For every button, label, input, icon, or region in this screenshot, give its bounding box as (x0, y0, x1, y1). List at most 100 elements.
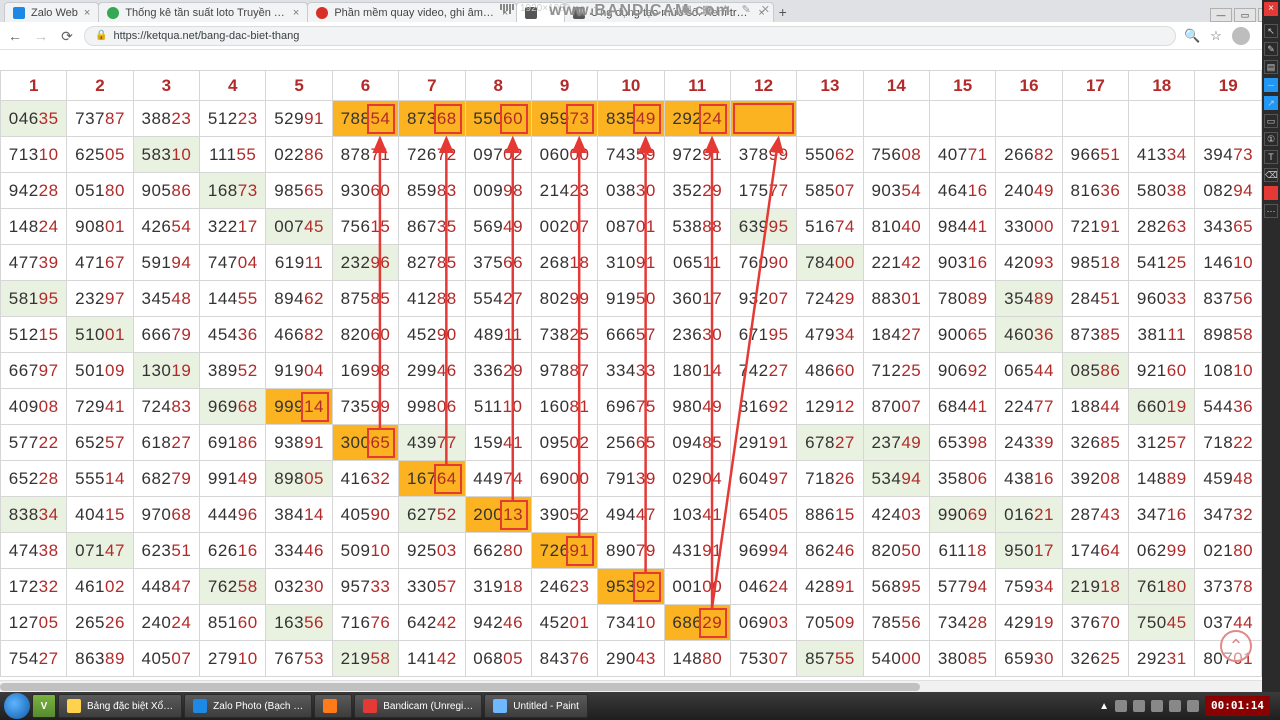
table-cell: 14880 (664, 641, 730, 677)
erase-tool[interactable]: ⌫ (1264, 168, 1278, 182)
table-cell: 71822 (1195, 425, 1262, 461)
close-icon[interactable]: × (84, 7, 90, 19)
table-cell: 97068 (133, 497, 199, 533)
color-tool[interactable] (1264, 186, 1278, 200)
table-cell (1062, 101, 1128, 137)
table-cell: 47739 (1, 245, 67, 281)
col-header: 15 (930, 71, 996, 101)
table-cell: 66797 (1, 353, 67, 389)
table-cell: 55060 (465, 101, 531, 137)
table-cell (1195, 101, 1262, 137)
col-header: 16 (996, 71, 1062, 101)
table-cell: 94246 (465, 605, 531, 641)
table-cell: 02286 (266, 137, 332, 173)
table-cell: 97887 (531, 353, 597, 389)
table-cell: 75608 (863, 137, 929, 173)
table-cell: 98518 (1062, 245, 1128, 281)
table-cell: 46682 (266, 317, 332, 353)
nav-forward[interactable]: → (32, 27, 50, 45)
table-cell: 38085 (930, 641, 996, 677)
tab-thongke[interactable]: Thống kê tần suất loto Truyền Th…× (98, 2, 308, 22)
table-cell: 18014 (664, 353, 730, 389)
table-cell: 69186 (200, 425, 266, 461)
table-cell: 89079 (598, 533, 664, 569)
rect-tool[interactable]: ▭ (1264, 114, 1278, 128)
table-cell: 96968 (200, 389, 266, 425)
window-maximize[interactable]: ▭ (1234, 8, 1256, 22)
table-cell: 91904 (266, 353, 332, 389)
arrow-tool[interactable]: ↗ (1264, 96, 1278, 110)
taskbar-item[interactable]: Untitled - Paint (484, 694, 588, 718)
table-cell: 98441 (930, 209, 996, 245)
table-cell: 49447 (598, 497, 664, 533)
address-bar[interactable]: 🔒 https://ketqua.net/bang-dac-biet-thang (84, 26, 1176, 46)
tray-icon[interactable] (1169, 700, 1181, 712)
horizontal-scrollbar[interactable] (0, 680, 1262, 692)
table-cell: 62351 (133, 533, 199, 569)
tray-icon[interactable] (1151, 700, 1163, 712)
table-cell: 08294 (1195, 173, 1262, 209)
table-cell: 75307 (730, 641, 796, 677)
table-cell: 40507 (133, 641, 199, 677)
tray-icon[interactable] (1115, 700, 1127, 712)
table-cell: 99069 (930, 497, 996, 533)
tab-zalo[interactable]: Zalo Web× (4, 2, 99, 22)
table-cell: 83756 (1195, 281, 1262, 317)
table-cell: 51215 (1, 317, 67, 353)
table-cell: 32625 (1062, 641, 1128, 677)
pen-tool[interactable]: ✎ (1264, 42, 1278, 56)
table-cell: 54125 (1129, 245, 1195, 281)
toolbar-close[interactable]: × (1264, 2, 1278, 16)
table-cell: 75045 (1129, 605, 1195, 641)
taskbar-item[interactable]: Zalo Photo (Bạch … (184, 694, 312, 718)
table-cell: 76180 (1129, 569, 1195, 605)
system-tray[interactable]: ▲ 00:01:14 (1099, 696, 1276, 716)
table-cell: 47438 (1, 533, 67, 569)
tray-expand-icon[interactable]: ▲ (1099, 701, 1109, 712)
nav-reload[interactable]: ⟳ (58, 27, 76, 45)
table-cell: 38111 (1129, 317, 1195, 353)
new-tab-button[interactable]: + (773, 4, 793, 22)
table-cell: 34716 (1129, 497, 1195, 533)
zoom-icon[interactable]: 🔍 (1184, 28, 1200, 44)
taskbar-item[interactable]: Bảng đặc biệt Xổ… (58, 694, 182, 718)
table-cell: 81636 (1062, 173, 1128, 209)
star-icon[interactable]: ☆ (1208, 28, 1224, 44)
table-cell: 26526 (67, 605, 133, 641)
taskbar-item[interactable] (314, 694, 352, 718)
table-cell: 62616 (200, 533, 266, 569)
window-minimize[interactable]: — (1210, 8, 1232, 22)
highlight-tool[interactable]: ▤ (1264, 60, 1278, 74)
table-cell: 06544 (996, 353, 1062, 389)
table-cell: 73787 (67, 101, 133, 137)
more-tool[interactable]: ⋯ (1264, 204, 1278, 218)
table-cell: 90586 (133, 173, 199, 209)
text-tool[interactable]: T (1264, 150, 1278, 164)
table-cell: 83834 (1, 497, 67, 533)
number-tool[interactable]: ① (1264, 132, 1278, 146)
profile-avatar[interactable] (1232, 27, 1250, 45)
taskbar-v-icon[interactable]: V (32, 694, 56, 718)
table-cell: 29191 (730, 425, 796, 461)
table-cell: 88615 (797, 497, 863, 533)
table-cell: 76753 (266, 641, 332, 677)
tray-icon[interactable] (1133, 700, 1145, 712)
tab-bandicam[interactable]: Phần mềm quay video, ghi âm g…× (307, 2, 517, 22)
table-cell (730, 101, 796, 137)
table-cell: 94228 (1, 173, 67, 209)
col-header: 19 (1195, 71, 1262, 101)
cursor-tool[interactable]: ↖ (1264, 24, 1278, 38)
table-cell: 29231 (1129, 641, 1195, 677)
start-button[interactable] (4, 693, 30, 719)
close-icon[interactable]: × (293, 7, 299, 19)
table-cell: 56895 (863, 569, 929, 605)
col-header: 17 (1062, 71, 1128, 101)
table-cell: 33000 (996, 209, 1062, 245)
taskbar-item[interactable]: Bandicam (Unregi… (354, 694, 482, 718)
recorder-top-icons: ▣▦↯✎✕ (682, 3, 770, 16)
scroll-to-top-button[interactable]: ⌃ (1220, 630, 1252, 662)
table-cell: 33433 (598, 353, 664, 389)
tray-icon[interactable] (1187, 700, 1199, 712)
line-tool[interactable]: ─ (1264, 78, 1278, 92)
nav-back[interactable]: ← (6, 27, 24, 45)
